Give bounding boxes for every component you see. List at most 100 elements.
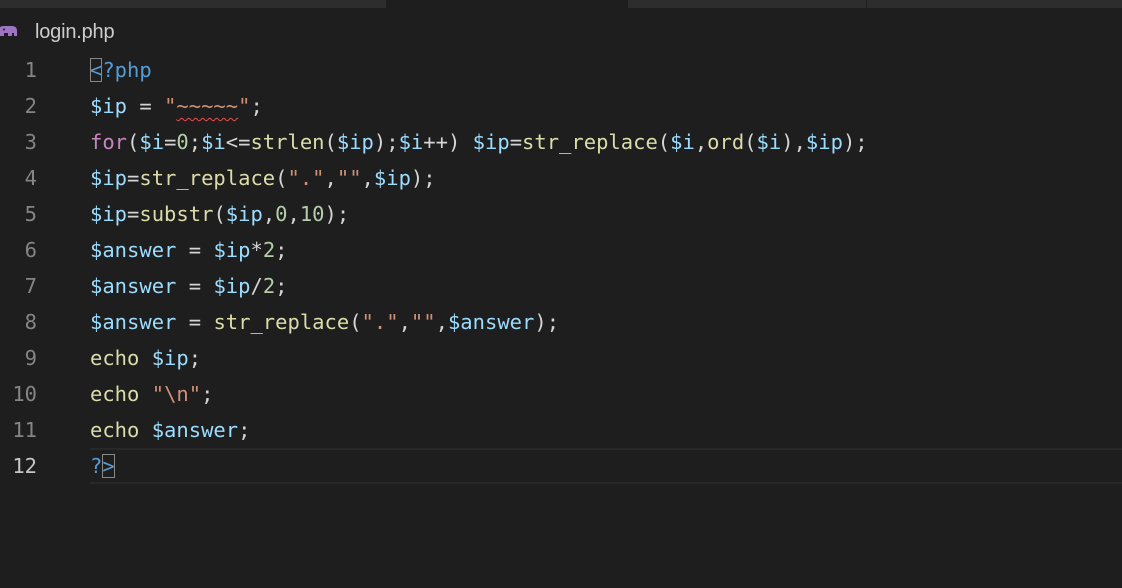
code-token: ( — [657, 130, 671, 154]
php-elephant-icon — [0, 26, 17, 36]
code-token: / — [250, 274, 263, 298]
line-content[interactable]: $ip = "~~~~~"; — [90, 88, 263, 124]
code-line[interactable]: 8 $answer = str_replace(".","",$answer); — [0, 304, 1122, 340]
editor-tab[interactable] — [0, 0, 387, 8]
code-line[interactable]: 1 <?php — [0, 52, 1122, 88]
line-content[interactable]: for($i=0;$i<=strlen($ip);$i++) $ip=str_r… — [90, 124, 868, 160]
code-token: $i — [670, 130, 695, 154]
code-token: = — [127, 202, 140, 226]
code-token: ); — [373, 130, 399, 154]
code-token: ; — [201, 382, 214, 406]
editor-tab-active[interactable] — [387, 0, 628, 8]
code-editor[interactable]: login.php 1 <?php 2 $ip = "~~~~~"; 3 for($i=0… — [0, 0, 1122, 588]
editor-tab[interactable] — [628, 0, 867, 8]
code-line[interactable]: 5 $ip=substr($ip,0,10); — [0, 196, 1122, 232]
code-token: = — [176, 274, 214, 298]
code-token: $ip — [472, 130, 510, 154]
code-token: $ip — [90, 166, 128, 190]
line-number: 1 — [24, 58, 37, 82]
code-line[interactable]: 12 ?> — [0, 448, 1122, 484]
editor-tab[interactable] — [867, 0, 1122, 8]
line-content[interactable]: $answer = $ip/2; — [90, 268, 288, 304]
code-token: ; — [188, 130, 202, 154]
code-token: ( — [127, 130, 140, 154]
code-line[interactable]: 3 for($i=0;$i<=strlen($ip);$i++) $ip=str_… — [0, 124, 1122, 160]
code-token: $ip — [90, 94, 128, 118]
line-content[interactable]: $answer = $ip*2; — [90, 232, 288, 268]
code-token: str_replace — [522, 130, 658, 154]
code-line[interactable]: 9 echo $ip; — [0, 340, 1122, 376]
code-token: ; — [275, 238, 288, 262]
code-token: ); — [410, 166, 436, 190]
bracket-match: > — [102, 454, 115, 478]
code-token: = — [509, 130, 523, 154]
code-token: $i — [201, 130, 226, 154]
code-token: ?php — [102, 58, 152, 82]
code-token: 2 — [262, 238, 276, 262]
line-number: 11 — [12, 418, 37, 442]
code-token: echo — [90, 346, 140, 370]
line-content[interactable]: ?> — [90, 448, 115, 484]
code-token: ); — [324, 202, 350, 226]
code-token: , — [262, 202, 276, 226]
code-token: $answer — [151, 418, 239, 442]
code-token: , — [324, 166, 337, 190]
code-token: $i — [139, 130, 165, 154]
code-token: = — [127, 94, 165, 118]
line-number: 9 — [24, 346, 37, 370]
line-content[interactable]: $answer = str_replace(".","",$answer); — [90, 304, 559, 340]
code-token: 10 — [299, 202, 325, 226]
code-token: "" — [336, 166, 362, 190]
code-token: $ip — [213, 238, 251, 262]
code-token: ); — [534, 310, 560, 334]
code-token: 2 — [262, 274, 276, 298]
code-token: ; — [238, 418, 251, 442]
code-token: ( — [744, 130, 757, 154]
code-token: strlen — [250, 130, 325, 154]
line-number: 6 — [24, 238, 37, 262]
code-token: " — [164, 94, 177, 118]
filename-label[interactable]: login.php — [35, 21, 115, 44]
code-token: $ip — [90, 202, 128, 226]
line-number: 3 — [24, 130, 37, 154]
code-line[interactable]: 10 echo "\n"; — [0, 376, 1122, 412]
code-line[interactable]: 6 $answer = $ip*2; — [0, 232, 1122, 268]
line-content[interactable]: $ip=substr($ip,0,10); — [90, 196, 349, 232]
code-token: = — [176, 310, 214, 334]
code-line[interactable]: 2 $ip = "~~~~~"; — [0, 88, 1122, 124]
line-content[interactable]: echo "\n"; — [90, 376, 213, 412]
line-content[interactable]: <?php — [90, 52, 152, 88]
code-token: * — [250, 238, 263, 262]
code-token: ( — [324, 130, 337, 154]
code-token: $ip — [336, 130, 374, 154]
code-token: , — [398, 310, 411, 334]
code-token: ( — [349, 310, 362, 334]
code-line[interactable]: 7 $answer = $ip/2; — [0, 268, 1122, 304]
code-token: ord — [707, 130, 745, 154]
code-token: 0 — [176, 130, 189, 154]
code-token: for — [90, 130, 128, 154]
code-token: ( — [213, 202, 226, 226]
code-token: , — [694, 130, 708, 154]
line-number: 5 — [24, 202, 37, 226]
code-token: ++) — [423, 130, 473, 154]
code-line[interactable]: 11 echo $answer; — [0, 412, 1122, 448]
code-token: $answer — [90, 310, 177, 334]
line-number: 4 — [24, 166, 37, 190]
code-line[interactable]: 4 $ip=str_replace(".","",$ip); — [0, 160, 1122, 196]
breadcrumb[interactable]: login.php — [0, 17, 115, 47]
code-area[interactable]: 1 <?php 2 $ip = "~~~~~"; 3 for($i=0;$i<=strle… — [0, 52, 1122, 484]
line-content[interactable]: echo $ip; — [90, 340, 201, 376]
code-token: ; — [188, 346, 202, 370]
line-number: 12 — [12, 454, 37, 478]
tab-strip — [0, 0, 1122, 8]
code-token: ; — [275, 274, 288, 298]
code-token: $answer — [90, 274, 177, 298]
line-number: 8 — [24, 310, 37, 334]
code-token: 0 — [275, 202, 288, 226]
line-content[interactable]: echo $answer; — [90, 412, 250, 448]
code-token: $ip — [225, 202, 263, 226]
line-content[interactable]: $ip=str_replace(".","",$ip); — [90, 160, 436, 196]
code-token: $ip — [805, 130, 843, 154]
